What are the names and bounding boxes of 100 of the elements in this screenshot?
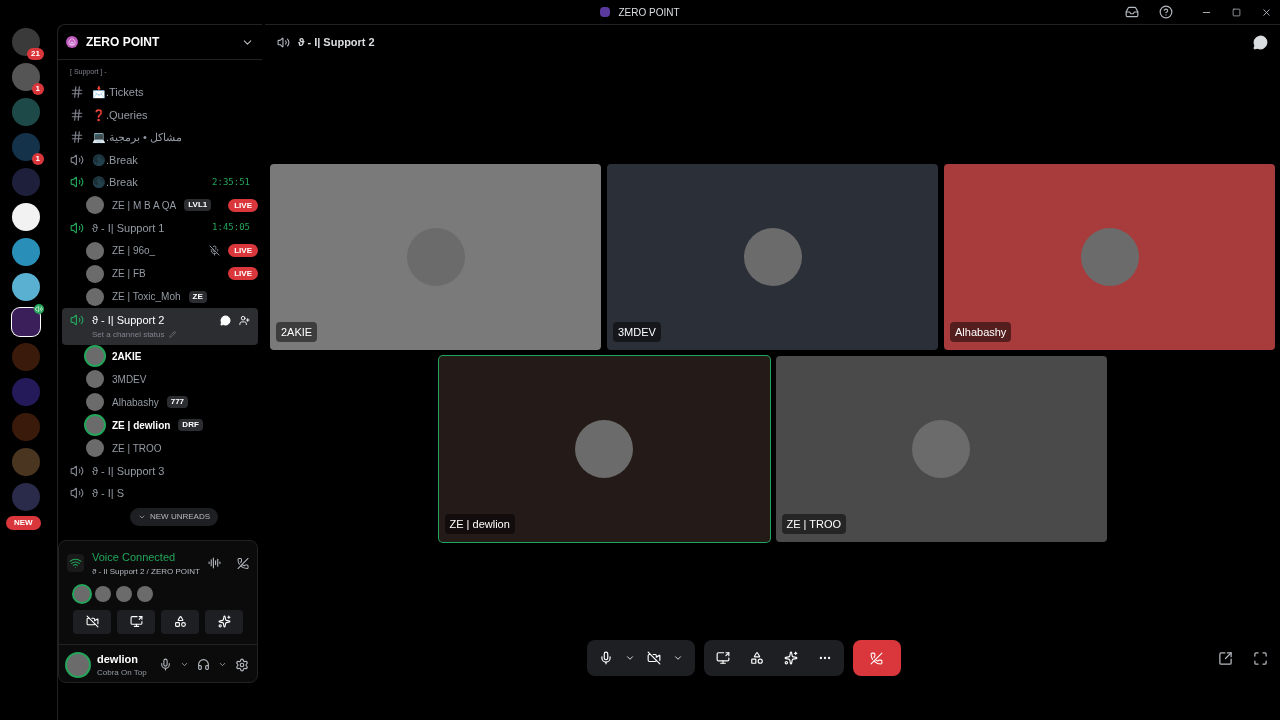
live-badge: LIVE (228, 267, 258, 280)
channel-name: 🌑.Break (92, 175, 138, 190)
hash-icon (70, 107, 84, 122)
channel-item[interactable]: ϑ - I| Support 3 (62, 459, 181, 482)
live-badge: LIVE (228, 244, 258, 257)
member-name[interactable]: Alhabashy (112, 394, 159, 410)
unread-badge: 21 (27, 48, 44, 60)
server-icon (66, 36, 78, 48)
channel-item[interactable]: ❓.Queries (62, 103, 164, 126)
sparkles-icon (217, 615, 231, 628)
speaker-icon (277, 36, 290, 49)
pencil-icon (168, 331, 176, 338)
channel-item[interactable]: 💻.مشاكل • برمجية (62, 126, 199, 149)
mic-icon[interactable] (159, 658, 172, 672)
pop-out-icon[interactable] (1218, 650, 1233, 666)
member-name[interactable]: 2AKIE (112, 348, 142, 364)
channel-name: 💻.مشاكل • برمجية (92, 130, 183, 146)
channel-item[interactable]: ϑ - I| Support 2 Set a channel status (62, 308, 258, 345)
avatar (67, 653, 89, 676)
server-icon[interactable] (12, 203, 40, 231)
video-tile[interactable]: ZE | dewlion (438, 356, 770, 542)
signal-icon (67, 554, 84, 573)
server-icon (600, 7, 611, 17)
inbox-icon[interactable] (1125, 5, 1139, 19)
invite-icon[interactable] (239, 314, 250, 326)
screen-share-button[interactable] (117, 609, 155, 634)
screen-share-icon (129, 615, 143, 628)
member-tag: DRF (178, 419, 203, 431)
camera-off-icon (85, 615, 99, 628)
video-tile[interactable]: ZE | TROO (775, 356, 1107, 542)
maximize-icon[interactable] (1232, 7, 1241, 17)
member-name[interactable]: ZE | 96o_ (112, 243, 156, 258)
soundboard-button[interactable] (783, 651, 798, 665)
user-status: Cobra On Top (97, 667, 148, 679)
participant-name: 2AKIE (276, 321, 318, 342)
disconnect-icon[interactable] (236, 556, 249, 570)
channel-item[interactable]: 🌑.Break 2:35:51 (62, 171, 258, 194)
soundboard-button[interactable] (205, 609, 243, 634)
member-tag: 777 (166, 396, 189, 408)
member-tag: ZE (188, 290, 207, 303)
screen-share-button[interactable] (715, 651, 730, 665)
channel-item[interactable]: ϑ - I| S (62, 482, 141, 505)
hash-icon (70, 85, 84, 100)
live-badge: LIVE (228, 198, 258, 212)
channel-name: ϑ - I| Support 1 (92, 220, 165, 236)
shapes-icon (173, 615, 187, 628)
mic-button[interactable] (598, 651, 613, 665)
camera-button[interactable] (73, 609, 111, 634)
channel-timer: 1:45:05 (212, 221, 250, 234)
video-tile[interactable]: 2AKIE (270, 164, 601, 350)
server-icon[interactable] (12, 308, 40, 336)
hang-up-icon (870, 651, 883, 665)
window-title: ZERO POINT (618, 5, 680, 20)
hang-up-button[interactable] (852, 640, 901, 676)
channel-item[interactable]: 📩.Tickets (62, 81, 160, 104)
help-icon[interactable] (1159, 5, 1173, 19)
channel-name: 🌑.Break (92, 152, 138, 168)
channel-name: 📩.Tickets (92, 85, 144, 100)
chevron-icon[interactable] (624, 653, 635, 663)
settings-icon[interactable] (235, 657, 249, 672)
member-name[interactable]: 3MDEV (112, 371, 147, 387)
channel-title: ϑ - I| Support 2 (298, 35, 375, 51)
fullscreen-icon[interactable] (1253, 650, 1268, 666)
video-tile[interactable]: 3MDEV (607, 164, 938, 350)
member-name[interactable]: ZE | Toxic_Moh (112, 289, 181, 304)
activities-button[interactable] (161, 609, 199, 634)
voice-channel: ϑ - Il Support 2 / ZERO POINT (92, 565, 200, 578)
server-name: ZERO POINT (86, 34, 160, 51)
member-name[interactable]: ZE | FB (112, 266, 146, 281)
member-name[interactable]: ZE | TROO (112, 440, 162, 456)
participant-name: ZE | TROO (781, 513, 847, 534)
server-icon[interactable] (12, 28, 40, 56)
channel-name: ❓.Queries (92, 107, 148, 123)
server-header[interactable]: ZERO POINT (58, 25, 262, 60)
channel-status[interactable]: Set a channel status (92, 328, 165, 341)
member-name[interactable]: ZE | M B A QA (112, 197, 177, 213)
member-tag: LVL1 (184, 199, 212, 211)
voice-status: Voice Connected (92, 550, 177, 565)
chat-icon[interactable] (1253, 35, 1268, 50)
hash-icon (70, 130, 84, 145)
channel-name: ϑ - I| Support 2 (92, 313, 165, 328)
audio-icon[interactable] (207, 556, 221, 571)
channel-item[interactable]: ϑ - I| Support 1 1:45:05 (62, 216, 258, 239)
close-icon[interactable] (1261, 6, 1272, 18)
new-unreads-button[interactable]: NEW UNREADS (130, 508, 218, 526)
user-name: dewlion (97, 651, 139, 667)
channel-name: ϑ - I| Support 3 (92, 463, 165, 479)
new-badge[interactable]: NEW (6, 516, 41, 530)
server-icon[interactable] (12, 273, 40, 301)
chevron-icon[interactable] (672, 653, 683, 663)
headphones-icon[interactable] (197, 658, 210, 672)
participant-name: ZE | dewlion (444, 513, 515, 534)
video-tile[interactable]: Alhabashy (944, 164, 1275, 350)
channel-name: ϑ - I| S (92, 486, 125, 501)
activities-button[interactable] (749, 651, 764, 665)
channel-timer: 2:35:51 (212, 175, 250, 189)
participant-name: Alhabashy (950, 321, 1012, 342)
member-name[interactable]: ZE | dewlion (112, 417, 171, 433)
participant-name: 3MDEV (613, 321, 661, 342)
camera-button[interactable] (646, 651, 661, 665)
